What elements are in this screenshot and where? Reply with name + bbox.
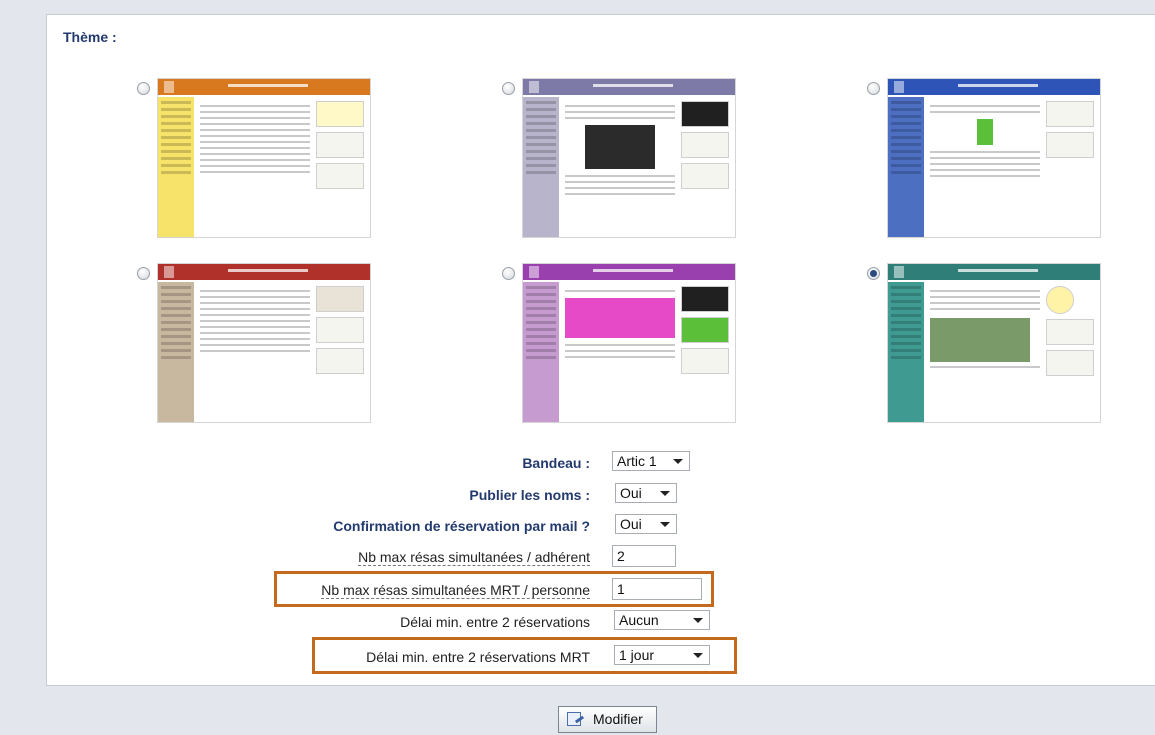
publier-noms-value: Oui — [620, 485, 642, 501]
publier-noms-label: Publier les noms : — [469, 487, 590, 503]
nb-max-adherent-label: Nb max résas simultanées / adhérent — [358, 549, 590, 566]
confirmation-value: Oui — [620, 516, 642, 532]
theme-radio-red[interactable] — [137, 267, 150, 280]
edit-icon — [567, 712, 581, 726]
delai-min-mrt-select[interactable]: 1 jour — [614, 645, 710, 665]
chevron-down-icon — [660, 522, 670, 527]
confirmation-label: Confirmation de réservation par mail ? — [333, 518, 590, 534]
theme-radio-magenta[interactable] — [502, 267, 515, 280]
theme-option-teal[interactable] — [867, 263, 1101, 423]
publier-noms-select[interactable]: Oui — [615, 483, 677, 503]
theme-thumbnail-magenta[interactable] — [522, 263, 736, 423]
theme-option-purple-grey[interactable] — [502, 78, 736, 238]
chevron-down-icon — [660, 491, 670, 496]
delai-min-mrt-value: 1 jour — [619, 647, 655, 663]
theme-option-blue[interactable] — [867, 78, 1101, 238]
theme-option-magenta[interactable] — [502, 263, 736, 423]
theme-thumbnail-orange[interactable] — [157, 78, 371, 238]
nb-max-adherent-input[interactable]: 2 — [612, 545, 676, 567]
confirmation-select[interactable]: Oui — [615, 514, 677, 534]
delai-min-value: Aucun — [619, 612, 659, 628]
theme-radio-teal[interactable] — [867, 267, 880, 280]
theme-thumbnail-blue[interactable] — [887, 78, 1101, 238]
chevron-down-icon — [693, 618, 703, 623]
theme-thumbnail-teal[interactable] — [887, 263, 1101, 423]
theme-thumbnail-purple-grey[interactable] — [522, 78, 736, 238]
nb-max-mrt-input[interactable]: 1 — [612, 578, 702, 600]
theme-option-red[interactable] — [137, 263, 371, 423]
bandeau-value: Artic 1 — [617, 453, 657, 469]
theme-radio-blue[interactable] — [867, 82, 880, 95]
modifier-button[interactable]: Modifier — [558, 706, 657, 733]
nb-max-mrt-label: Nb max résas simultanées MRT / personne — [321, 582, 590, 599]
theme-label: Thème : — [63, 29, 117, 45]
delai-min-mrt-label: Délai min. entre 2 réservations MRT — [366, 649, 590, 665]
bandeau-label: Bandeau : — [522, 455, 590, 471]
chevron-down-icon — [693, 653, 703, 658]
modifier-label: Modifier — [593, 711, 643, 727]
bandeau-select[interactable]: Artic 1 — [612, 451, 690, 471]
theme-radio-orange[interactable] — [137, 82, 150, 95]
chevron-down-icon — [673, 459, 683, 464]
theme-option-orange[interactable] — [137, 78, 371, 238]
delai-min-select[interactable]: Aucun — [614, 610, 710, 630]
delai-min-label: Délai min. entre 2 réservations — [400, 614, 590, 630]
theme-thumbnail-red[interactable] — [157, 263, 371, 423]
theme-radio-purple-grey[interactable] — [502, 82, 515, 95]
